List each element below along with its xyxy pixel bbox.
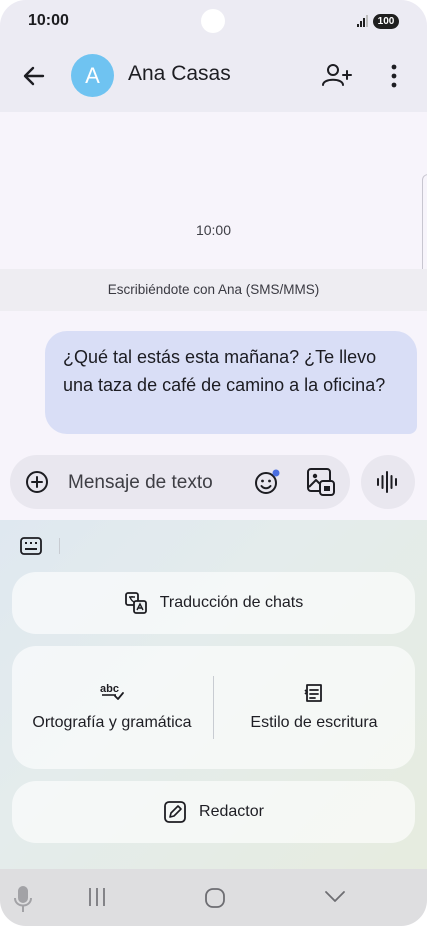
- pencil-icon: [164, 801, 186, 823]
- spelling-grammar-button[interactable]: abc Ortografía y gramática: [12, 646, 212, 769]
- message-composer: [10, 455, 350, 509]
- recent-apps-icon[interactable]: [87, 887, 107, 907]
- writing-style-button[interactable]: Estilo de escritura: [214, 646, 414, 769]
- writer-button[interactable]: Redactor: [12, 781, 415, 843]
- emoji-icon[interactable]: [253, 468, 281, 496]
- keyboard-icon[interactable]: [20, 537, 42, 555]
- status-bar: 10:00 100: [0, 0, 427, 44]
- signal-icon: [357, 15, 368, 27]
- message-timestamp: 10:00: [195, 222, 232, 238]
- navigation-bar: [0, 869, 427, 926]
- svg-text:abc: abc: [100, 683, 119, 695]
- plus-circle-icon[interactable]: [25, 470, 49, 494]
- writing-style-label: Estilo de escritura: [250, 714, 378, 731]
- voice-message-button[interactable]: [361, 455, 415, 509]
- more-vertical-icon[interactable]: [382, 60, 406, 92]
- divider: [59, 538, 60, 554]
- home-icon[interactable]: [204, 888, 226, 908]
- battery-indicator: 100: [373, 14, 399, 29]
- voice-wave-icon: [377, 471, 397, 493]
- writer-label: Redactor: [199, 803, 264, 820]
- contact-name[interactable]: Ana Casas: [128, 62, 231, 86]
- spelling-grammar-label: Ortografía y gramática: [32, 714, 192, 731]
- chat-translation-button[interactable]: Traducción de chats: [12, 572, 415, 634]
- translate-icon: [124, 592, 147, 614]
- gallery-icon[interactable]: [306, 467, 336, 497]
- microphone-icon[interactable]: [13, 885, 33, 913]
- chat-translation-label: Traducción de chats: [159, 594, 304, 611]
- abc-check-icon: abc: [100, 683, 124, 700]
- writing-style-icon: [304, 684, 322, 702]
- message-input[interactable]: [66, 467, 250, 499]
- phone-screen: 10:00 100 A Ana Casas 10:00 Escribiéndot…: [0, 0, 427, 926]
- add-person-icon[interactable]: [320, 60, 354, 92]
- arrow-left-icon[interactable]: [20, 62, 48, 90]
- chevron-down-icon[interactable]: [324, 890, 346, 904]
- writing-assist-panel: Traducción de chats abc Ortografía y gra…: [0, 520, 427, 869]
- writing-tools-card: abc Ortografía y gramática Estilo de esc…: [12, 646, 415, 769]
- sms-mode-banner: Escribiéndote con Ana (SMS/MMS): [0, 269, 427, 311]
- outgoing-message-bubble[interactable]: ¿Qué tal estás esta mañana? ¿Te llevo un…: [45, 331, 417, 434]
- status-time: 10:00: [28, 12, 69, 29]
- conversation-header: A Ana Casas: [0, 44, 427, 112]
- avatar[interactable]: A: [71, 54, 114, 97]
- camera-cutout: [201, 9, 225, 33]
